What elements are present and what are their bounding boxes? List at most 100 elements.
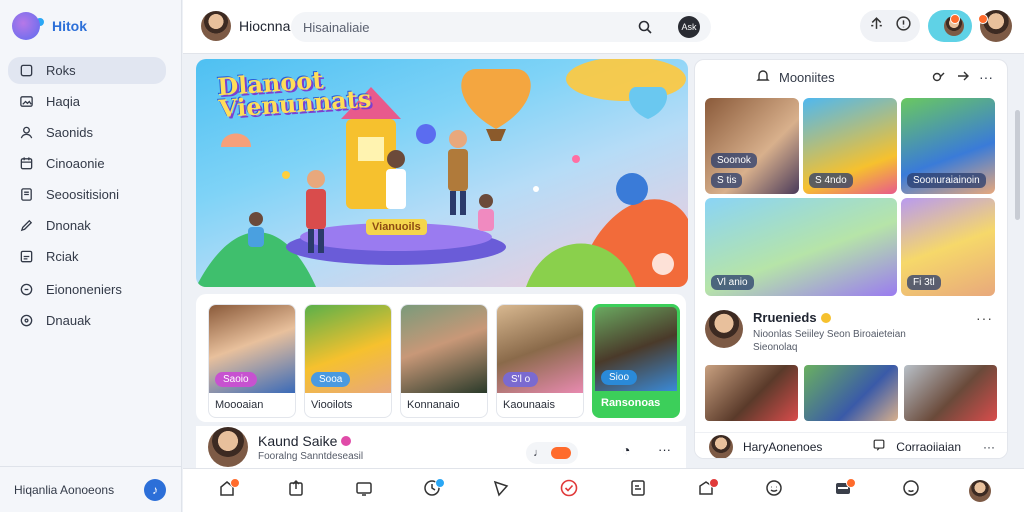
nav-clock[interactable] [419, 477, 446, 504]
sidebar-item-label: Eiononeniers [46, 282, 122, 297]
more-icon[interactable]: ··· [658, 442, 671, 457]
gallery-tag: Soonok [711, 153, 757, 168]
story-card[interactable]: S'l o Kaounaais [496, 304, 584, 418]
sidebar-item-cinoaonie[interactable]: Cinoaonie [8, 150, 166, 177]
top-icon-group [860, 10, 920, 42]
page-icon [628, 478, 648, 503]
story-card[interactable]: Sooa Viooilots [304, 304, 392, 418]
nav-chat[interactable] [693, 477, 720, 504]
sidebar-item-label: Cinoaonie [46, 156, 105, 171]
brand-logo [12, 12, 40, 40]
suggested-meta-2: Sieonolaq [753, 342, 798, 353]
sidebar-item-label: Saonids [46, 125, 93, 140]
avatar[interactable] [709, 434, 733, 458]
right-panel-title: Mooniites [779, 69, 835, 85]
avatar[interactable] [208, 427, 248, 467]
sidebar-item-label: Dnonak [46, 218, 91, 233]
sidebar-item-rciak[interactable]: Rciak [8, 243, 166, 270]
nav-smile[interactable] [898, 478, 924, 504]
hero-banner[interactable]: Dlanoot Vienunnats Vianuoils [196, 59, 688, 287]
photo[interactable] [705, 365, 799, 421]
nav-page[interactable] [625, 478, 651, 504]
nav-media[interactable] [830, 477, 856, 504]
story-pill: S'l o [503, 372, 539, 387]
brand[interactable]: Hitok [12, 12, 87, 40]
story-label: Viooilots [311, 399, 353, 411]
gallery-item[interactable]: Soonok S tis [705, 98, 799, 194]
story-pill: Sioo [601, 370, 638, 385]
sidebar-item-dnauak[interactable]: Dnauak [8, 307, 166, 334]
profile-name: Hiocnna [239, 18, 291, 34]
suggested-meta: Nioonlas Seiiley Seon Biroaieteian [753, 329, 906, 340]
upload-icon[interactable] [868, 15, 885, 37]
sidebar-item-eiononeniers[interactable]: Eiononeniers [8, 276, 166, 303]
story-label: Kaounaais [503, 399, 555, 411]
music-icon[interactable]: ♪ [144, 478, 166, 501]
play-icon[interactable] [652, 253, 674, 275]
story-label: Konnanaio [407, 399, 460, 411]
sidebar-item-label: Seoositisioni [46, 187, 119, 202]
stories-row: Saoio Moooaian Sooa Viooilots Konnanaio … [196, 294, 686, 422]
sidebar-footer: Hiqanlia Aonoeons ♪ [0, 466, 182, 512]
suggested-card: Rruenieds Nioonlas Seiiley Seon Biroaiet… [705, 310, 997, 421]
photo[interactable] [903, 365, 997, 421]
profile-avatar [968, 479, 991, 502]
bell-icon[interactable] [755, 68, 771, 87]
sidebar-item-saonids[interactable]: Saonids [8, 119, 166, 146]
sidebar-item-roks[interactable]: Roks [8, 57, 166, 84]
gallery-tag: S tis [711, 173, 743, 188]
sidebar-item-label: Dnauak [46, 313, 91, 328]
story-thumbnail: Sioo [595, 307, 677, 391]
right-footer-action[interactable]: Corraoiiaian [896, 440, 961, 454]
search-go-button[interactable]: Ask [678, 16, 700, 38]
profile-chip[interactable]: Hiocnna [201, 11, 290, 41]
check-circle-icon [559, 478, 579, 503]
gallery-item[interactable]: Fi 3tl [901, 198, 995, 296]
suggested-name[interactable]: Rruenieds [753, 310, 906, 325]
reaction-toggle[interactable]: ♩ [526, 442, 578, 464]
scrollbar[interactable] [1015, 110, 1020, 220]
info-icon[interactable] [895, 15, 912, 37]
more-icon[interactable]: ··· [979, 69, 993, 85]
nav-profile[interactable] [967, 478, 993, 504]
avatar [201, 11, 231, 41]
story-card[interactable]: Saoio Moooaian [208, 304, 296, 418]
cat-icon[interactable]: ◔ [622, 442, 630, 458]
emoji-icon [764, 478, 784, 503]
photo[interactable] [804, 365, 898, 421]
nav-flag[interactable] [488, 478, 514, 504]
reaction-indicator [550, 447, 571, 459]
sidebar-footer-label: Hiqanlia Aonoeons [14, 482, 115, 497]
notifications-pill[interactable] [928, 10, 988, 45]
more-icon[interactable]: ··· [983, 440, 995, 454]
search-icon[interactable] [637, 19, 653, 40]
story-card-highlighted[interactable]: Sioo Ransonoas [592, 304, 680, 418]
video-icon [354, 478, 374, 503]
post-author[interactable]: Kaund Saike [258, 433, 363, 449]
sidebar-item-seoositisioni[interactable]: Seoositisioni [8, 181, 166, 208]
share-icon[interactable] [955, 68, 971, 87]
sidebar-item-haqia[interactable]: Haqia [8, 88, 166, 115]
nav-video[interactable] [351, 478, 377, 504]
gallery-item[interactable]: Vl anio [705, 198, 897, 296]
right-panel-header: Mooniites ··· [695, 60, 1007, 94]
sidebar-nav: Roks Haqia Saonids Cinoaonie Seoositisio… [8, 57, 166, 338]
nav-home[interactable] [214, 477, 241, 504]
sidebar-item-dnonak[interactable]: Dnonak [8, 212, 166, 239]
story-card[interactable]: Konnanaio [400, 304, 488, 418]
gallery-item[interactable]: Soonuraiainoin [901, 98, 995, 194]
nav-upload[interactable] [283, 478, 309, 504]
more-icon[interactable]: ··· [976, 310, 993, 326]
suggested-name-text: Rruenieds [753, 310, 817, 325]
link-icon[interactable] [931, 68, 947, 87]
avatar[interactable] [705, 310, 743, 348]
story-pill: Sooa [311, 372, 351, 387]
story-thumbnail [401, 305, 487, 393]
post-author-name: Kaund Saike [258, 432, 338, 449]
post-meta: Fooralng Sanntdeseasil [258, 450, 364, 462]
comment-icon[interactable] [872, 438, 886, 455]
gallery-item[interactable]: S 4ndo [803, 98, 897, 194]
right-panel-footer: HaryAonenoes Corraoiiaian ··· [695, 432, 1007, 458]
nav-check[interactable] [556, 478, 582, 504]
nav-emoji[interactable] [761, 478, 787, 504]
